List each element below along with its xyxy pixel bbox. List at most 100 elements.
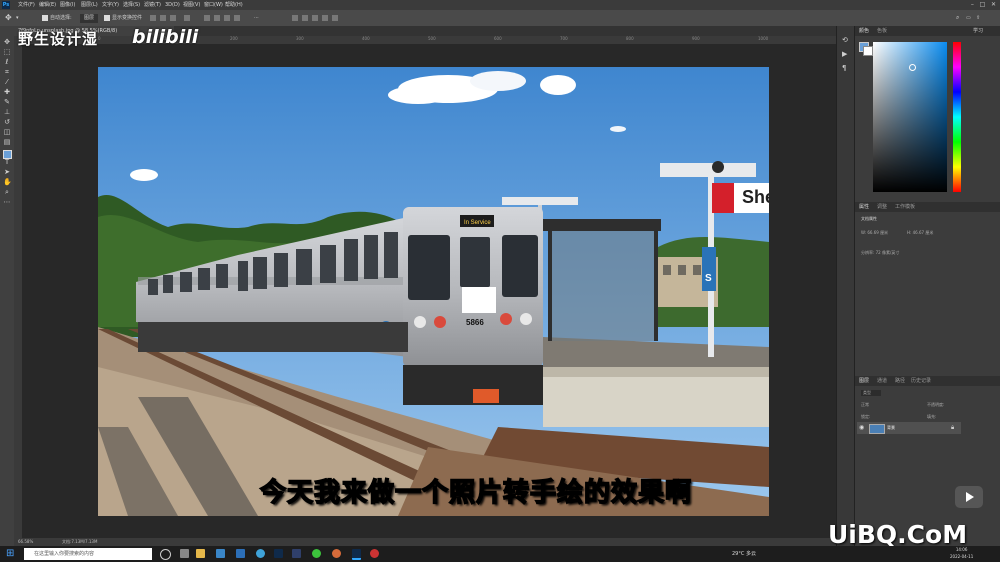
3d-mode-icon[interactable] — [312, 15, 318, 21]
chevron-down-icon[interactable]: ▾ — [16, 10, 19, 26]
color-picker-cursor[interactable] — [909, 64, 916, 71]
hue-slider[interactable] — [953, 42, 961, 192]
tab-adjustments[interactable]: 调整 — [877, 202, 887, 212]
align-top-icon[interactable] — [184, 15, 190, 21]
close-button[interactable]: ✕ — [991, 1, 996, 8]
foreground-color-swatch[interactable] — [3, 150, 12, 159]
show-transform-checkbox[interactable] — [104, 15, 110, 21]
app-icon[interactable] — [370, 549, 379, 558]
stamp-tool-icon[interactable]: ⊥ — [3, 108, 11, 116]
store-icon[interactable] — [236, 549, 245, 558]
share-icon[interactable]: ⇪ — [976, 10, 980, 26]
search-icon[interactable]: ⌕ — [956, 10, 959, 26]
auto-select-checkbox[interactable] — [42, 15, 48, 21]
3d-mode-icon[interactable] — [332, 15, 338, 21]
edge-icon[interactable] — [256, 549, 265, 558]
menu-image[interactable]: 图像(I) — [60, 0, 75, 10]
app-icon[interactable] — [332, 549, 341, 558]
minimize-button[interactable]: – — [971, 1, 974, 8]
eyedropper-tool-icon[interactable]: ⁄ — [3, 78, 11, 86]
marquee-tool-icon[interactable]: ⬚ — [3, 48, 11, 56]
tab-paths[interactable]: 路径 — [895, 376, 905, 386]
align-left-icon[interactable] — [150, 15, 156, 21]
maximize-button[interactable]: □ — [980, 1, 986, 8]
learn-link[interactable]: 学习 — [973, 26, 983, 36]
opacity-field[interactable]: 不透明度: — [927, 402, 944, 408]
windows-start-icon[interactable]: ⊞ — [6, 548, 14, 559]
layer-select[interactable]: 图层 — [80, 14, 99, 23]
tab-history[interactable]: 历史记录 — [911, 376, 931, 386]
3d-mode-icon[interactable] — [302, 15, 308, 21]
tab-swatches[interactable]: 色板 — [877, 26, 887, 36]
menu-file[interactable]: 文件(F) — [18, 0, 35, 10]
distribute-icon[interactable] — [224, 15, 230, 21]
layer-filter-select[interactable]: 类型 — [861, 390, 881, 396]
distribute-icon[interactable] — [234, 15, 240, 21]
wechat-icon[interactable] — [312, 549, 321, 558]
menu-window[interactable]: 窗口(W) — [204, 0, 223, 10]
fill-field[interactable]: 填充: — [927, 414, 936, 420]
gradient-tool-icon[interactable]: ▤ — [3, 138, 11, 146]
options-bar: ✥ ▾ 自动选择: 图层 显示变换控件 ··· ⌕ ▭ ⇪ — [0, 10, 1000, 27]
taskbar-clock[interactable]: 14:06 2022-04-11 — [950, 546, 973, 560]
task-view-icon[interactable] — [160, 549, 171, 560]
tab-layers[interactable]: 图层 — [859, 376, 869, 386]
paragraph-panel-icon[interactable]: ¶ — [842, 64, 846, 72]
tab-templates[interactable]: 工作模板 — [895, 202, 915, 212]
menu-type[interactable]: 文字(Y) — [102, 0, 119, 10]
actions-panel-icon[interactable]: ▶ — [842, 50, 847, 58]
photoshop-logo-icon[interactable]: Ps — [2, 1, 10, 9]
distribute-icon[interactable] — [204, 15, 210, 21]
menu-edit[interactable]: 编辑(E) — [39, 0, 56, 10]
taskbar-search-input[interactable]: 在这里输入你要搜索的内容 — [24, 548, 152, 560]
tab-color[interactable]: 颜色 — [859, 26, 869, 36]
document-image[interactable]: She S In Service 5866 — [98, 67, 769, 516]
layer-row[interactable]: ◉ 背景 🔒︎ — [857, 422, 961, 434]
3d-mode-icon[interactable] — [322, 15, 328, 21]
zoom-tool-icon[interactable]: ⌕ — [3, 188, 11, 196]
hand-tool-icon[interactable]: ✋ — [3, 178, 12, 186]
more-options-button[interactable]: ··· — [254, 10, 259, 26]
tab-properties[interactable]: 属性 — [859, 202, 869, 212]
history-brush-icon[interactable]: ↺ — [3, 118, 11, 126]
text-tool-icon[interactable]: T — [3, 158, 11, 166]
menu-view[interactable]: 视图(V) — [183, 0, 200, 10]
photoshop-active-icon[interactable] — [352, 549, 361, 560]
width-value[interactable]: W: 66.69 厘米 — [861, 230, 888, 236]
document-info[interactable]: 文档:7.13M/7.13M — [62, 538, 97, 546]
photoshop-taskbar-icon[interactable] — [274, 549, 283, 558]
align-right-icon[interactable] — [170, 15, 176, 21]
eraser-tool-icon[interactable]: ◫ — [3, 128, 11, 136]
weather-widget[interactable]: 29°C 多云 — [732, 546, 756, 562]
distribute-icon[interactable] — [214, 15, 220, 21]
lasso-tool-icon[interactable]: ℓ — [3, 58, 11, 66]
mail-icon[interactable] — [216, 549, 225, 558]
3d-mode-icon[interactable] — [292, 15, 298, 21]
blend-mode-select[interactable]: 正常 — [861, 402, 869, 408]
menu-filter[interactable]: 滤镜(T) — [144, 0, 161, 10]
path-select-icon[interactable]: ➤ — [3, 168, 11, 176]
height-value[interactable]: H: 46.67 厘米 — [907, 230, 933, 236]
resolution-value[interactable]: 分辨率: 72 像素/英寸 — [861, 250, 899, 256]
brush-tool-icon[interactable]: ✎ — [3, 98, 11, 106]
tab-channels[interactable]: 通道 — [877, 376, 887, 386]
app-icon[interactable] — [292, 549, 301, 558]
eye-icon[interactable]: ◉ — [859, 424, 864, 431]
align-center-icon[interactable] — [160, 15, 166, 21]
menu-3d[interactable]: 3D(D) — [165, 0, 180, 10]
menu-select[interactable]: 选择(S) — [123, 0, 140, 10]
video-play-button[interactable] — [955, 486, 983, 508]
crop-tool-icon[interactable]: ⌗ — [3, 68, 11, 76]
file-explorer-icon[interactable] — [196, 549, 205, 558]
move-tool-icon[interactable]: ✥ — [3, 38, 11, 46]
workspace-icon[interactable]: ▭ — [966, 10, 971, 26]
menu-help[interactable]: 帮助(H) — [225, 0, 243, 10]
menu-layer[interactable]: 图层(L) — [81, 0, 98, 10]
taskbar-app-icon[interactable] — [180, 549, 189, 558]
history-panel-icon[interactable]: ⟲ — [842, 36, 848, 44]
background-color-swatch[interactable] — [863, 46, 873, 56]
zoom-level[interactable]: 66.58% — [18, 538, 33, 546]
more-tools-icon[interactable]: ⋯ — [3, 198, 11, 206]
healing-tool-icon[interactable]: ✚ — [3, 88, 11, 96]
move-tool-icon[interactable]: ✥ — [5, 10, 12, 26]
